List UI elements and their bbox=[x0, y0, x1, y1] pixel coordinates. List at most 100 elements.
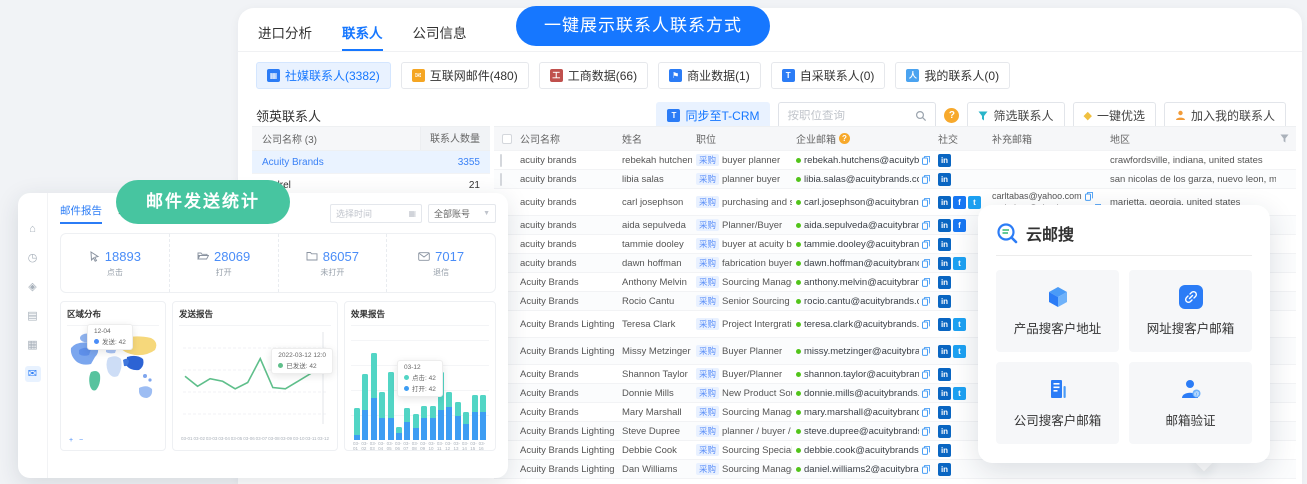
copy-icon[interactable] bbox=[922, 259, 930, 268]
copy-icon[interactable] bbox=[922, 198, 930, 207]
effect-report-card: 效果报告 03-0103-0203-0303-0403-0503-0603-07… bbox=[344, 301, 496, 451]
copy-icon[interactable] bbox=[922, 221, 930, 230]
bar[interactable] bbox=[388, 372, 394, 440]
row-checkbox[interactable] bbox=[500, 173, 502, 186]
linkedin-icon[interactable]: in bbox=[938, 406, 951, 419]
bar[interactable] bbox=[480, 395, 486, 440]
source-tab[interactable]: ⚑商业数据(1) bbox=[658, 62, 761, 89]
tab-联系人[interactable]: 联系人 bbox=[342, 22, 383, 51]
bar[interactable] bbox=[396, 427, 402, 440]
send-line-chart[interactable] bbox=[179, 326, 331, 430]
bar[interactable] bbox=[421, 406, 427, 440]
tab-公司信息[interactable]: 公司信息 bbox=[413, 22, 467, 51]
bar[interactable] bbox=[463, 412, 469, 440]
copy-icon[interactable] bbox=[922, 370, 930, 379]
home-icon[interactable]: ⌂ bbox=[25, 221, 41, 237]
email-info-icon[interactable]: ? bbox=[839, 133, 850, 144]
row-checkbox[interactable] bbox=[500, 154, 502, 167]
product-search-address-button[interactable]: 产品搜客户地址 bbox=[996, 270, 1119, 352]
date-range-input[interactable]: 选择时间 ▦ bbox=[330, 204, 422, 223]
linkedin-icon[interactable]: in bbox=[938, 345, 951, 358]
region-filter-icon[interactable] bbox=[1280, 134, 1289, 143]
copy-icon[interactable] bbox=[922, 465, 930, 474]
linkedin-icon[interactable]: in bbox=[938, 196, 951, 209]
copy-icon[interactable] bbox=[922, 408, 930, 417]
copy-icon[interactable] bbox=[922, 347, 930, 356]
linkedin-icon[interactable]: in bbox=[938, 387, 951, 400]
filter-contacts-button[interactable]: 筛选联系人 bbox=[967, 102, 1064, 129]
account-select[interactable]: 全部账号 ▼ bbox=[428, 204, 496, 223]
sync-tcrm-button[interactable]: T 同步至T-CRM bbox=[656, 102, 770, 129]
stat-value-row: 86057 bbox=[306, 249, 359, 264]
bar[interactable] bbox=[354, 408, 360, 440]
copy-icon[interactable] bbox=[922, 175, 930, 184]
twitter-icon[interactable]: t bbox=[953, 257, 966, 270]
bar[interactable] bbox=[404, 408, 410, 440]
position-search-input[interactable] bbox=[787, 110, 915, 122]
twitter-icon[interactable]: t bbox=[953, 387, 966, 400]
map-zoom-controls[interactable]: + − bbox=[69, 437, 85, 444]
tab-进口分析[interactable]: 进口分析 bbox=[258, 22, 312, 51]
folder-icon bbox=[306, 251, 318, 261]
copy-icon[interactable] bbox=[922, 446, 930, 455]
source-tab[interactable]: 人我的联系人(0) bbox=[895, 62, 1010, 89]
bar[interactable] bbox=[413, 414, 419, 440]
linkedin-icon[interactable]: in bbox=[938, 295, 951, 308]
facebook-icon[interactable]: f bbox=[953, 196, 966, 209]
bar[interactable] bbox=[362, 374, 368, 440]
region-distribution-card: 区域分布 12-04 发送: 42 bbox=[60, 301, 166, 451]
bar[interactable] bbox=[371, 353, 377, 440]
linkedin-icon[interactable]: in bbox=[938, 368, 951, 381]
cell-region: crawfordsville, indiana, united states bbox=[1106, 154, 1276, 167]
mail-icon[interactable]: ✉ bbox=[25, 366, 41, 382]
cell-title: 采购Project Intergration bbox=[692, 317, 792, 331]
source-tab[interactable]: T自采联系人(0) bbox=[771, 62, 886, 89]
linkedin-icon[interactable]: in bbox=[938, 154, 951, 167]
bar[interactable] bbox=[455, 402, 461, 440]
copy-icon[interactable] bbox=[922, 320, 930, 329]
facebook-icon[interactable]: f bbox=[953, 219, 966, 232]
copy-icon[interactable] bbox=[922, 278, 930, 287]
copy-icon[interactable] bbox=[922, 389, 930, 398]
url-search-email-button[interactable]: 网址搜客户邮箱 bbox=[1129, 270, 1252, 352]
copy-icon[interactable] bbox=[922, 297, 930, 306]
linkedin-icon[interactable]: in bbox=[938, 173, 951, 186]
yunmail-panel: 云邮搜 产品搜客户地址 网址搜客户邮箱 bbox=[978, 205, 1270, 463]
envelope-icon: ✉ bbox=[412, 69, 425, 82]
copy-icon[interactable] bbox=[922, 156, 930, 165]
x-tick-label: 03-08 bbox=[268, 436, 280, 441]
twitter-icon[interactable]: t bbox=[953, 318, 966, 331]
one-click-optimize-button[interactable]: ◆ 一键优选 bbox=[1073, 102, 1156, 129]
clock-icon[interactable]: ◷ bbox=[25, 250, 41, 266]
copy-icon[interactable] bbox=[922, 427, 930, 436]
twitter-icon[interactable]: t bbox=[953, 345, 966, 358]
linkedin-icon[interactable]: in bbox=[938, 463, 951, 476]
source-tab[interactable]: ▦社媒联系人(3382) bbox=[256, 62, 391, 89]
company-search-email-button[interactable]: 公司搜客户邮箱 bbox=[996, 362, 1119, 444]
linkedin-icon[interactable]: in bbox=[938, 276, 951, 289]
linkedin-icon[interactable]: in bbox=[938, 238, 951, 251]
copy-icon[interactable] bbox=[922, 240, 930, 249]
send-icon[interactable]: ◈ bbox=[25, 279, 41, 295]
linkedin-icon[interactable]: in bbox=[938, 219, 951, 232]
source-tab[interactable]: ✉互联网邮件(480) bbox=[401, 62, 529, 89]
tab-mail-report[interactable]: 邮件报告 bbox=[60, 203, 102, 224]
source-tab[interactable]: 工工商数据(66) bbox=[539, 62, 648, 89]
email-verify-button[interactable]: @ 邮箱验证 bbox=[1129, 362, 1252, 444]
linkedin-icon[interactable]: in bbox=[938, 425, 951, 438]
linkedin-icon[interactable]: in bbox=[938, 318, 951, 331]
add-to-my-contacts-button[interactable]: 加入我的联系人 bbox=[1164, 102, 1286, 129]
bar[interactable] bbox=[379, 392, 385, 440]
bar[interactable] bbox=[430, 406, 436, 440]
bar[interactable] bbox=[446, 392, 452, 440]
select-all-checkbox[interactable] bbox=[502, 134, 512, 144]
copy-icon[interactable] bbox=[1085, 192, 1093, 201]
linkedin-icon[interactable]: in bbox=[938, 444, 951, 457]
search-icon[interactable] bbox=[915, 110, 927, 122]
briefcase-icon[interactable]: ▤ bbox=[25, 308, 41, 324]
help-icon[interactable]: ? bbox=[944, 108, 959, 123]
linkedin-icon[interactable]: in bbox=[938, 257, 951, 270]
company-row[interactable]: Acuity Brands3355 bbox=[252, 151, 490, 174]
bar[interactable] bbox=[472, 395, 478, 440]
report-icon[interactable]: ▦ bbox=[25, 337, 41, 353]
